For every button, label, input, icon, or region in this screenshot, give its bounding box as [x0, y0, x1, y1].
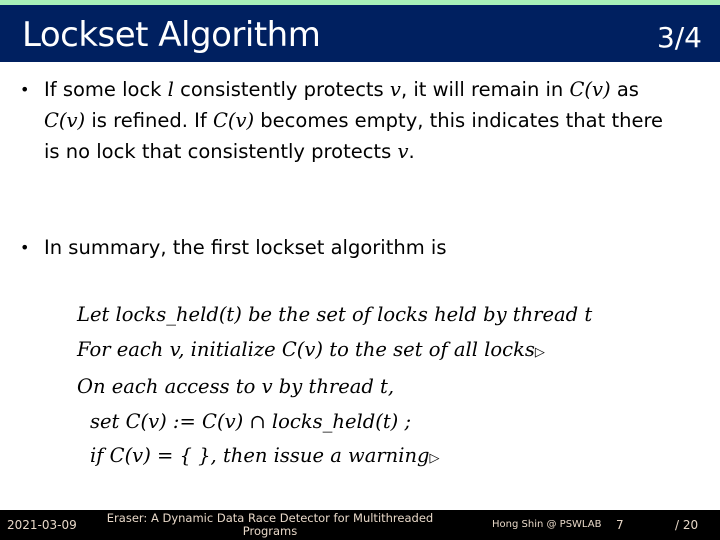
footer-author: Hong Shin @ PSWLAB — [492, 519, 602, 530]
footer-title: Eraser: A Dynamic Data Race Detector for… — [106, 511, 434, 538]
bullet-summary: • In summary, the first lockset algorith… — [20, 232, 680, 263]
algorithm-line: For each v, initialize C(v) to the set o… — [77, 337, 545, 361]
sub-slide-counter: 3/4 — [656, 21, 702, 54]
slide-footer: 2021-03-09 Eraser: A Dynamic Data Race D… — [0, 510, 720, 540]
math-v: v — [389, 78, 401, 101]
title-bar: Lockset Algorithm 3/4 — [0, 5, 720, 62]
algorithm-line: Let locks_held(t) be the set of locks he… — [77, 303, 593, 326]
math-v: v — [397, 140, 409, 163]
bullet-text: If some lock l consistently protects v, … — [44, 78, 664, 163]
algorithm-line: On each access to v by thread t, — [77, 375, 395, 398]
bullet-text: In summary, the first lockset algorithm … — [44, 236, 447, 259]
footer-page-total: / 20 — [675, 518, 699, 532]
triangle-marker-icon: ▷ — [534, 344, 545, 360]
slide-title: Lockset Algorithm — [22, 15, 321, 55]
bullet-marker: • — [20, 238, 30, 257]
triangle-marker-icon: ▷ — [429, 451, 440, 466]
algorithm-block: Let locks_held(t) be the set of locks he… — [77, 298, 592, 477]
math-cv: C(v) — [569, 78, 611, 101]
footer-date: 2021-03-09 — [7, 518, 77, 532]
algorithm-line: set C(v) := C(v) ∩ locks_held(t) ; — [90, 409, 412, 433]
bullet-lockset-refinement: • If some lock l consistently protects v… — [20, 74, 680, 167]
math-cv: C(v) — [44, 109, 86, 132]
math-cv: C(v) — [212, 109, 255, 132]
bullet-marker: • — [20, 80, 30, 99]
algorithm-line: if C(v) = { }, then issue a warning▷ — [90, 444, 440, 467]
footer-page-number: 7 — [616, 518, 624, 532]
